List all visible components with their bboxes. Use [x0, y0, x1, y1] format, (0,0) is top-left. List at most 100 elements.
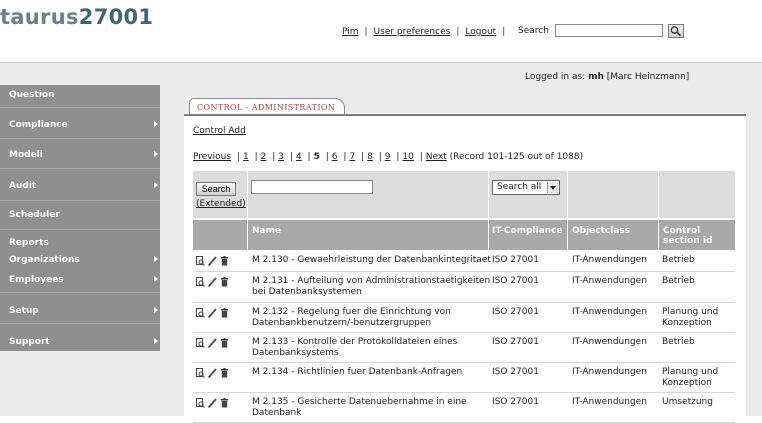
delete-trash-icon[interactable]	[220, 308, 229, 318]
pim-link[interactable]: Pim	[342, 27, 359, 37]
page-link-9[interactable]: 9	[385, 152, 391, 162]
row-actions	[196, 256, 232, 266]
search-button[interactable]: Search	[196, 182, 236, 196]
column-header-control-section[interactable]: Control section id	[659, 220, 735, 250]
app-header: taurus27001 Pim | User preferences | Logout |…	[0, 0, 762, 63]
top-search-button[interactable]	[668, 24, 684, 38]
page-link-4[interactable]: 4	[296, 152, 302, 162]
sidebar-item-label: Modell	[9, 150, 43, 160]
delete-trash-icon[interactable]	[220, 277, 229, 287]
view-icon[interactable]	[196, 338, 205, 348]
cell-objectclass: IT-Anwendungen	[572, 367, 647, 378]
control-add-link[interactable]: Control Add	[193, 126, 246, 136]
page-link-3[interactable]: 3	[278, 152, 284, 162]
edit-pencil-icon[interactable]	[208, 398, 217, 408]
logged-in-prefix: Logged in as:	[525, 72, 586, 82]
sidebar-item-scheduler[interactable]: Scheduler	[0, 210, 160, 221]
sidebar-item-label: Support	[9, 337, 50, 347]
sidebar-item-label: Question	[9, 90, 55, 100]
row-actions	[196, 338, 232, 348]
cell-it-compliance: ISO 27001	[492, 255, 539, 266]
delete-trash-icon[interactable]	[220, 256, 229, 266]
cell-objectclass: IT-Anwendungen	[572, 255, 647, 266]
view-icon[interactable]	[196, 308, 205, 318]
user-preferences-link[interactable]: User preferences	[374, 27, 451, 37]
logo-number: 27001	[78, 5, 154, 29]
name-filter-input[interactable]	[251, 180, 373, 194]
column-header-it-compliance[interactable]: IT-Compliance	[489, 220, 567, 250]
cell-it-compliance-line1: ISO 27001	[492, 276, 539, 286]
view-icon[interactable]	[196, 256, 205, 266]
cell-name: M 2.131 - Aufteilung von Administrations…	[252, 276, 490, 298]
view-icon[interactable]	[196, 368, 205, 378]
extended-search-link[interactable]: (Extended)	[196, 199, 246, 209]
cell-control-section: Umsetzung	[662, 397, 713, 408]
page-link-6[interactable]: 6	[332, 152, 338, 162]
chevron-right-icon	[154, 338, 158, 344]
page-link-2[interactable]: 2	[261, 152, 267, 162]
table-row[interactable]: M 2.132 - Regelung fuer die Einrichtung …	[193, 303, 735, 333]
page-link-7[interactable]: 7	[349, 152, 355, 162]
sidebar-item-employees[interactable]: Employees	[0, 275, 160, 286]
column-header-name[interactable]: Name	[248, 220, 488, 250]
sidebar-divider	[0, 229, 160, 230]
table-row[interactable]: M 2.133 - Kontrolle der Protokolldateien…	[193, 333, 735, 363]
sidebar-item-label: Setup	[9, 306, 39, 316]
view-icon[interactable]	[196, 398, 205, 408]
sidebar-divider	[0, 292, 160, 293]
view-icon[interactable]	[196, 277, 205, 287]
cell-it-compliance: ISO 27001	[492, 307, 539, 318]
chevron-down-icon	[547, 182, 558, 193]
top-search-label: Search	[518, 26, 549, 36]
chevron-right-icon	[154, 182, 158, 188]
table-row[interactable]: M 2.134 - Richtlinien fuer Datenbank-Anf…	[193, 363, 735, 393]
cell-objectclass-line1: IT-Anwendungen	[572, 397, 647, 407]
row-actions	[196, 308, 232, 318]
cell-control-section: Betrieb	[662, 337, 695, 348]
cell-objectclass: IT-Anwendungen	[572, 307, 647, 318]
edit-pencil-icon[interactable]	[208, 368, 217, 378]
cell-it-compliance: ISO 27001	[492, 337, 539, 348]
page-link-8[interactable]: 8	[367, 152, 373, 162]
magnifier-icon	[670, 26, 682, 37]
cell-name-line1: M 2.133 - Kontrolle der Protokolldateien…	[252, 337, 458, 347]
edit-pencil-icon[interactable]	[208, 308, 217, 318]
row-actions	[196, 277, 232, 287]
cell-objectclass-line1: IT-Anwendungen	[572, 337, 647, 347]
top-search-input[interactable]	[555, 24, 663, 37]
cell-name-line1: M 2.131 - Aufteilung von Administrations…	[252, 276, 491, 286]
filter-cell-section	[659, 171, 735, 218]
sidebar-item-audit[interactable]: Audit	[0, 181, 160, 192]
sidebar-item-support[interactable]: Support	[0, 337, 160, 348]
delete-trash-icon[interactable]	[220, 338, 229, 348]
sidebar-item-question[interactable]: Question	[0, 90, 160, 101]
next-page-link[interactable]: Next	[426, 152, 447, 162]
logout-link[interactable]: Logout	[465, 27, 496, 37]
column-header-objectclass[interactable]: Objectclass	[568, 220, 658, 250]
app-logo[interactable]: taurus27001	[0, 5, 153, 29]
previous-page-link[interactable]: Previous	[193, 152, 231, 162]
cell-control-section-line1: Planung und	[662, 307, 719, 317]
table-row[interactable]: M 2.135 - Gesicherte Datenuebernahme in …	[193, 393, 735, 423]
delete-trash-icon[interactable]	[220, 368, 229, 378]
table-row[interactable]: M 2.131 - Aufteilung von Administrations…	[193, 272, 735, 303]
sidebar-item-reports[interactable]: Reports	[0, 238, 160, 249]
edit-pencil-icon[interactable]	[208, 256, 217, 266]
delete-trash-icon[interactable]	[220, 398, 229, 408]
page-link-1[interactable]: 1	[243, 152, 249, 162]
cell-control-section: Planung und Konzeption	[662, 367, 718, 389]
sidebar-item-modell[interactable]: Modell	[0, 150, 160, 161]
cell-name: M 2.133 - Kontrolle der Protokolldateien…	[252, 337, 457, 359]
edit-pencil-icon[interactable]	[208, 338, 217, 348]
page-link-10[interactable]: 10	[402, 152, 413, 162]
chevron-right-icon	[154, 151, 158, 157]
sidebar-item-setup[interactable]: Setup	[0, 306, 160, 317]
edit-pencil-icon[interactable]	[208, 277, 217, 287]
cell-name-line2: Datenbank	[252, 408, 302, 418]
table-row[interactable]: M 2.130 - Gewaehrleistung der Datenbanki…	[193, 251, 735, 272]
sidebar-item-organizations[interactable]: Organizations	[0, 255, 160, 266]
sidebar-item-label: Scheduler	[9, 210, 60, 220]
sidebar-item-compliance[interactable]: Compliance	[0, 120, 160, 131]
search-scope-select[interactable]: Search all	[492, 180, 560, 195]
cell-control-section-line1: Betrieb	[662, 255, 695, 265]
